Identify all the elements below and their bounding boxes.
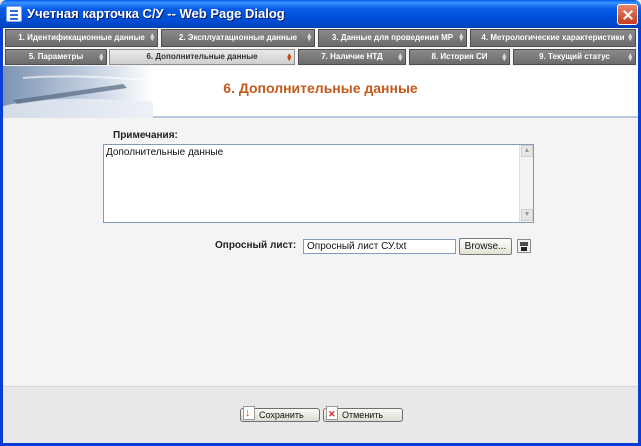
tab-parameters[interactable]: 5. Параметры ▴ ▾ [5,49,107,65]
tab-row-1: 1. Идентификационные данные ▴ ▾ 2. Эксплуа… [3,28,638,48]
title-bar[interactable]: Учетная карточка С/У -- Web Page Dialog [0,0,641,28]
tab-label: 1. Идентификационные данные [18,33,145,42]
tab-menu-icon: ▴ ▾ [99,52,103,63]
tab-menu-icon: ▴ ▾ [287,52,291,63]
footer-bar [3,386,638,443]
tab-current-status[interactable]: 9. Текущий статус ▴ ▾ [513,49,636,65]
tab-operational[interactable]: 2. Эксплуатационные данные ▴ ▾ [161,29,315,47]
tab-menu-icon: ▴ ▾ [398,52,402,63]
tab-menu-icon: ▴ ▾ [150,32,154,43]
save-arrow-icon [243,406,255,420]
tab-label: 6. Дополнительные данные [146,52,258,61]
page-icon [6,6,22,22]
notes-label: Примечания: [113,130,178,141]
tab-menu-icon: ▴ ▾ [502,52,506,63]
questionnaire-label: Опросный лист: [215,240,297,251]
dialog-client-area: 1. Идентификационные данные ▴ ▾ 2. Эксплуа… [3,28,638,443]
tab-menu-icon: ▴ ▾ [628,32,632,43]
tab-history[interactable]: 8. История СИ ▴ ▾ [409,49,510,65]
tab-label: 9. Текущий статус [539,52,610,61]
notes-text: Дополнительные данные [106,147,224,158]
tab-menu-icon: ▴ ▾ [459,32,463,43]
scroll-up-icon[interactable]: ▲ [521,145,533,157]
window-title: Учетная карточка С/У -- Web Page Dialog [27,6,285,21]
save-button-label: Сохранить [259,410,304,420]
tab-label: 5. Параметры [28,52,84,61]
tab-label: 3. Данные для проведения МР [331,33,454,42]
save-button[interactable]: Сохранить [240,406,320,422]
floppy-save-icon[interactable] [517,239,531,253]
dialog-window: Учетная карточка С/У -- Web Page Dialog … [0,0,641,446]
page-title: 6. Дополнительные данные [223,80,418,96]
tab-additional-data[interactable]: 6. Дополнительные данные ▴ ▾ [109,49,295,65]
tab-label: 7. Наличие НТД [321,52,383,61]
tab-ntd[interactable]: 7. Наличие НТД ▴ ▾ [298,49,406,65]
tab-label: 4. Метрологические характеристики [481,33,625,42]
tab-row-2: 5. Параметры ▴ ▾ 6. Дополнительные данные ▴… [3,48,638,66]
notes-scrollbar[interactable]: ▲ ▼ [519,145,533,222]
tab-label: 8. История СИ [431,52,488,61]
tab-metrological[interactable]: 4. Метрологические характеристики ▴ ▾ [470,29,636,47]
page-header: 6. Дополнительные данные [3,66,638,118]
cancel-x-icon [326,406,338,421]
questionnaire-file-input[interactable]: Опросный лист СУ.txt [303,239,456,254]
tab-mr-data[interactable]: 3. Данные для проведения МР ▴ ▾ [318,29,467,47]
tab-menu-icon: ▴ ▾ [628,52,632,63]
close-button[interactable] [617,4,638,25]
cancel-button-label: Отменить [342,410,384,420]
cancel-button[interactable]: Отменить [323,406,403,422]
notes-textarea[interactable]: Дополнительные данные ▲ ▼ [103,144,534,223]
browse-button[interactable]: Browse... [459,238,512,255]
tab-identification[interactable]: 1. Идентификационные данные ▴ ▾ [5,29,158,47]
tab-menu-icon: ▴ ▾ [307,32,311,43]
tab-label: 2. Эксплуатационные данные [178,33,298,42]
scroll-down-icon[interactable]: ▼ [521,209,533,221]
